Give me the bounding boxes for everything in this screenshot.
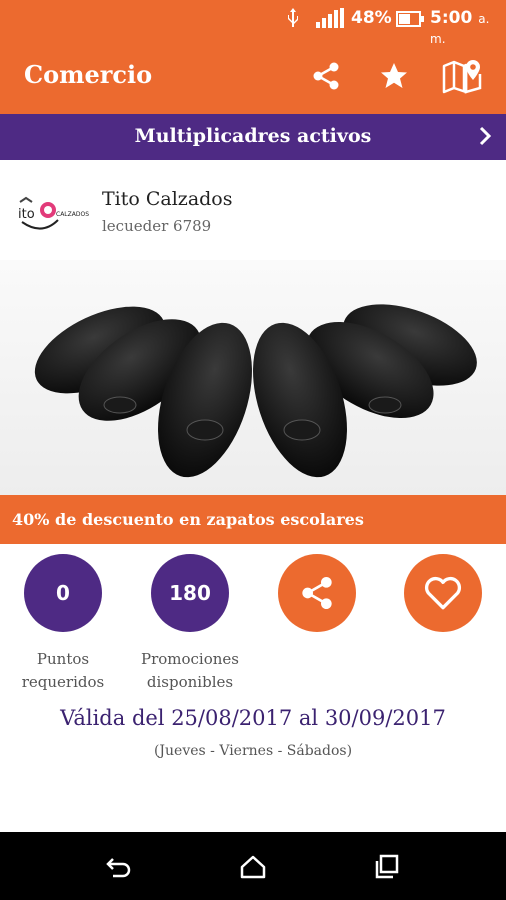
store-code: lecueder 6789 [102,217,212,235]
store-name: Tito Calzados [102,188,233,210]
points-badge: 0 [24,554,102,632]
points-caption: Puntos requeridos [0,648,126,694]
map-button[interactable] [442,56,482,96]
svg-text:ito: ito [18,207,35,222]
heart-icon [424,576,462,610]
status-bar: 48% 5:00 a. m. [0,0,506,46]
recents-icon [375,854,399,879]
promo-text: 40% de descuento en zapatos escolares [12,510,364,529]
map-icon [442,60,482,94]
back-icon [106,858,131,878]
clock-time: 5:00 [430,8,473,28]
back-button[interactable] [102,850,136,884]
share-icon [302,577,332,609]
battery-percent: 48% [351,8,392,28]
app-title: Comercio [24,60,153,89]
promos-caption: Promociones disponibles [127,648,253,694]
signal-icon [316,8,346,33]
validity-days: (Jueves - Viernes - Sábados) [153,743,353,759]
recents-button[interactable] [370,850,404,884]
store-logo: ito CALZADOS [12,172,90,250]
promos-label-line2: disponibles [146,673,234,691]
home-icon [240,855,266,879]
validity-range: Válida del 25/08/2017 al 30/09/2017 [60,706,446,730]
favorite-promo-button[interactable] [404,554,482,632]
multiplicadores-bar[interactable]: Multiplicadres activos [0,114,506,160]
share-icon [313,62,339,90]
points-value: 0 [56,581,70,605]
top-bar: 48% 5:00 a. m. Comercio [0,0,506,114]
share-button[interactable] [306,56,346,96]
multiplicadores-label: Multiplicadres activos [134,125,372,147]
points-label-line1: Puntos [36,650,90,668]
favorite-button[interactable] [374,56,414,96]
points-label-line2: requeridos [21,673,105,691]
promos-badge: 180 [151,554,229,632]
star-icon [381,63,407,88]
chevron-right-icon [478,124,492,152]
promos-value: 180 [169,581,211,605]
product-image [0,260,506,495]
battery-icon [396,11,424,32]
system-nav-bar [0,832,506,900]
promo-banner: 40% de descuento en zapatos escolares [0,495,506,544]
usb-icon [286,8,300,35]
share-promo-button[interactable] [278,554,356,632]
home-button[interactable] [236,850,270,884]
promos-label-line1: Promociones [140,650,239,668]
store-header: ito CALZADOS Tito Calzados lecueder 6789 [0,160,506,260]
app-bar: Comercio [0,38,506,114]
logo-wordmark: CALZADOS [56,211,89,218]
